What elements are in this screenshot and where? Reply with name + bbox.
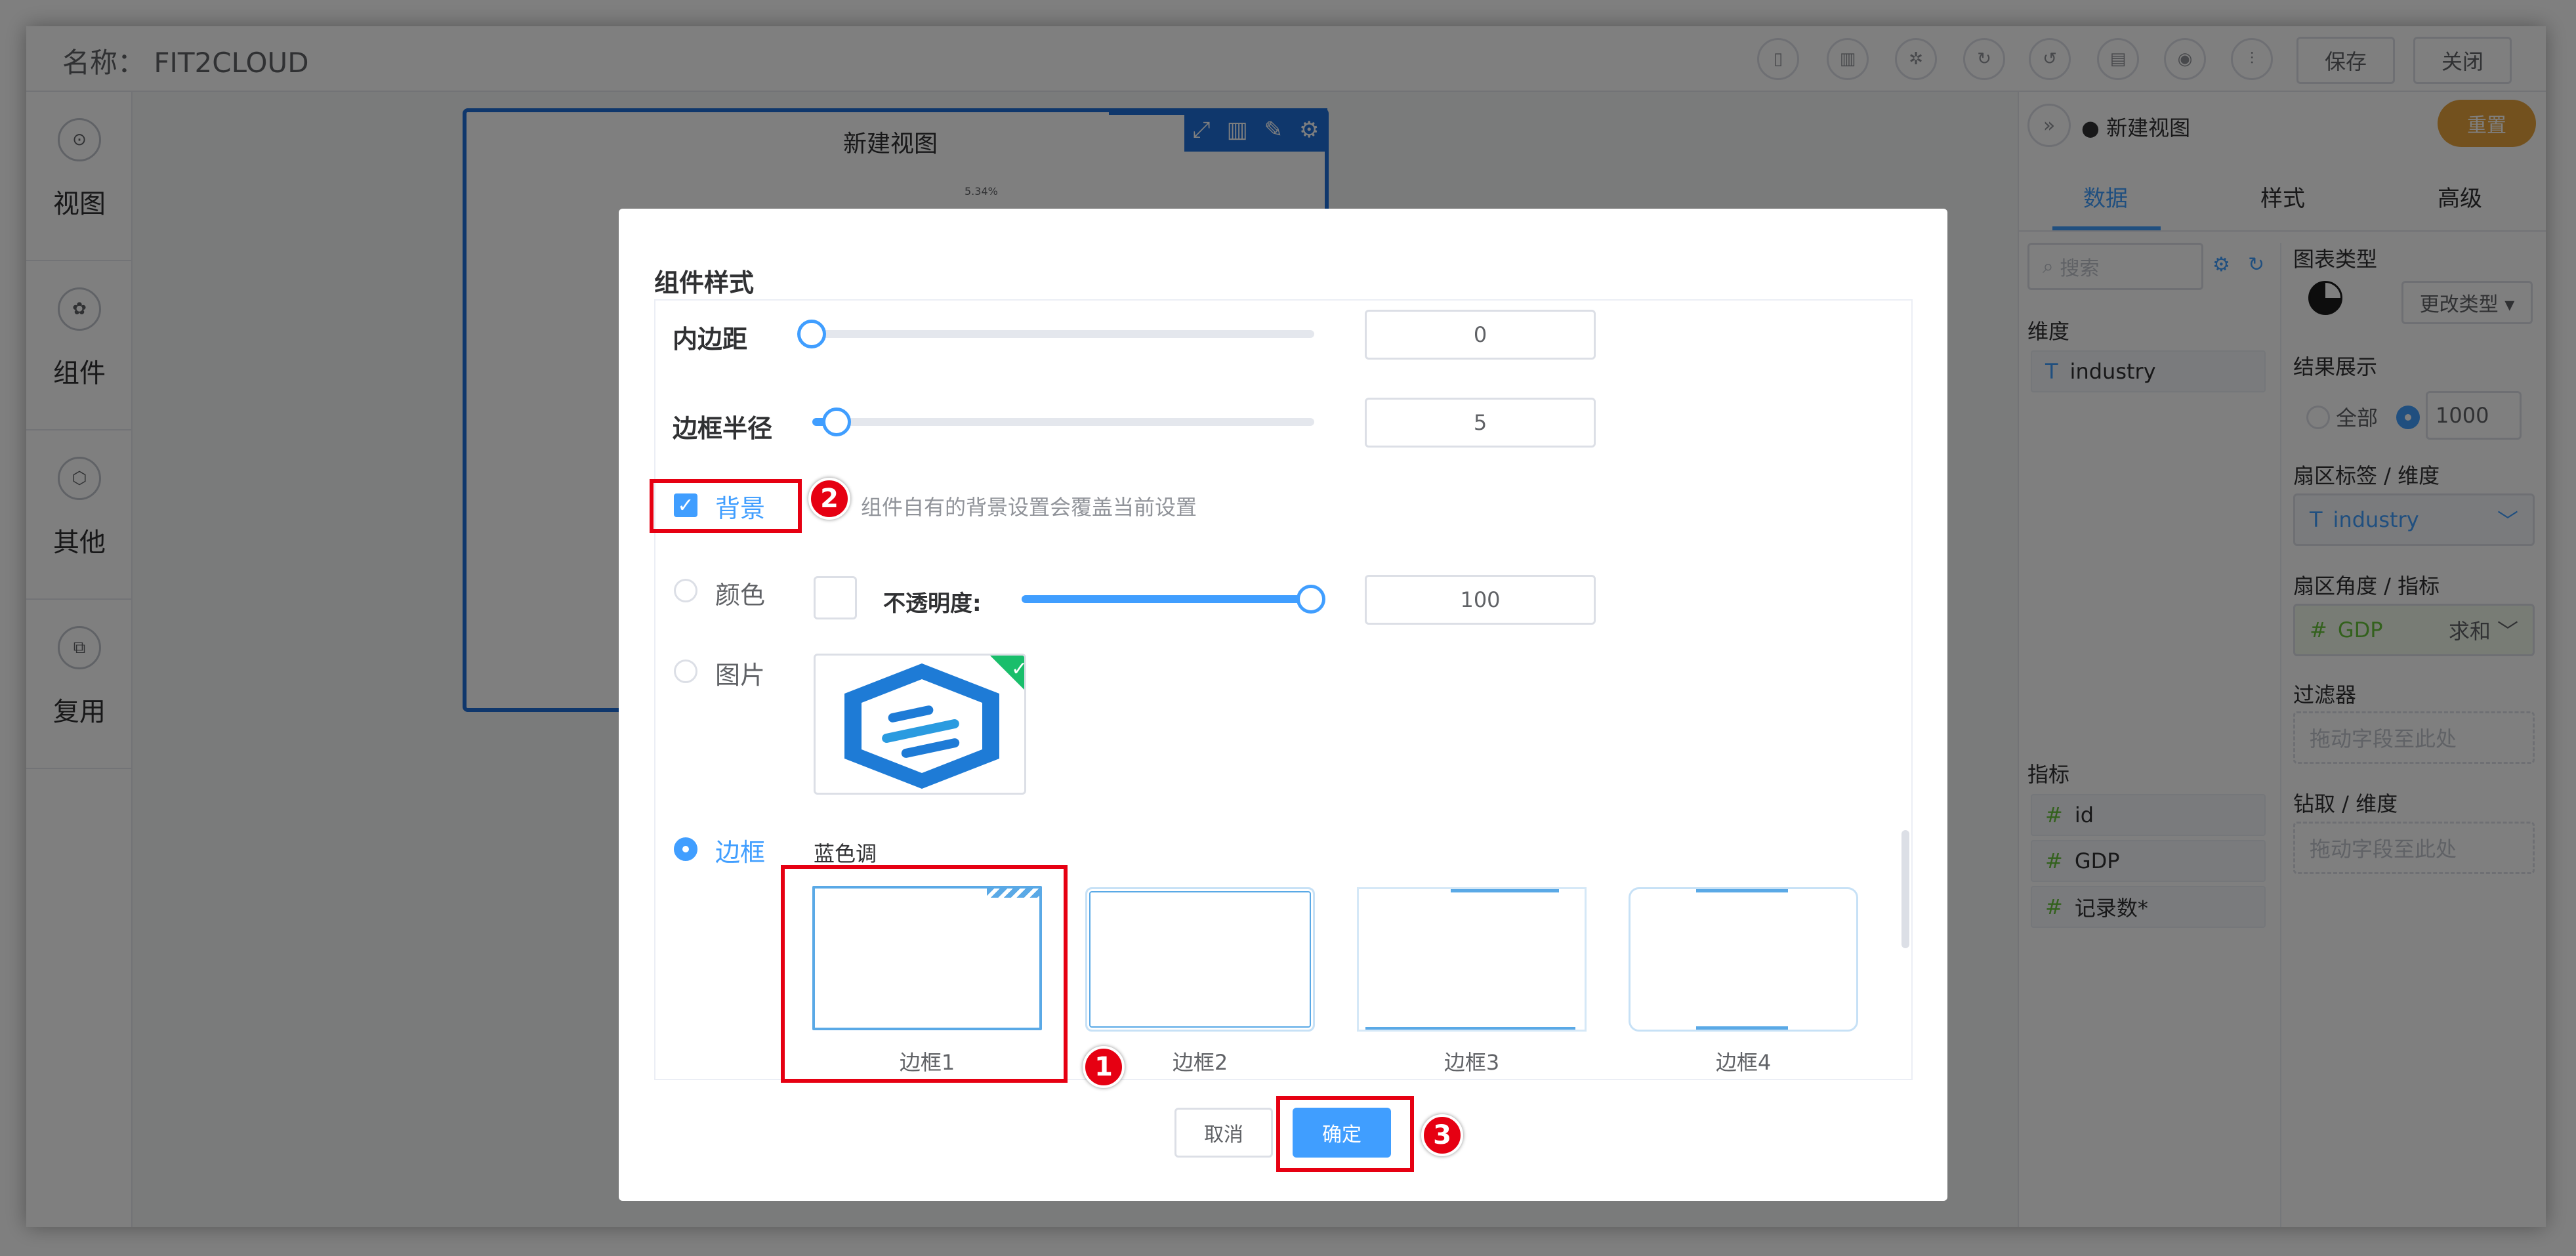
color-label: 颜色 [715,581,766,610]
image-label: 图片 [715,661,766,690]
border-option-4[interactable] [1629,887,1858,1032]
annotation-badge: 2 [808,478,850,520]
padding-slider-handle[interactable] [797,320,826,348]
radius-slider-track[interactable] [812,418,1314,426]
dialog-scrollbar[interactable] [1901,830,1909,948]
background-image-thumbnail[interactable]: ✓ [814,654,1026,795]
border-radio[interactable] [674,837,697,861]
annotation-box-2 [650,479,802,533]
border-decoration [1365,1027,1575,1030]
radius-slider-handle[interactable] [822,408,851,436]
image-radio[interactable] [674,659,697,683]
opacity-slider-track[interactable] [1022,595,1312,603]
color-radio[interactable] [674,579,697,602]
padding-input[interactable]: 0 [1365,310,1596,360]
border-option-3[interactable] [1357,887,1587,1032]
border-option-label: 边框3 [1444,1050,1500,1075]
padding-label: 内边距 [673,325,748,354]
radius-input[interactable]: 5 [1365,398,1596,448]
padding-slider-track[interactable] [812,330,1314,338]
annotation-badge: 1 [1083,1046,1125,1088]
dialog-title: 组件样式 [654,268,755,297]
annotation-badge: 3 [1421,1114,1463,1156]
border-group-title: 蓝色调 [814,841,877,866]
annotation-box-1 [781,865,1068,1083]
annotation-box-3 [1276,1096,1414,1172]
radius-label: 边框半径 [673,414,773,443]
border-decoration [1696,889,1788,892]
color-picker[interactable] [814,576,857,619]
border-decoration [1451,889,1559,892]
border-decoration [1696,1026,1788,1030]
border-option-2[interactable] [1085,887,1315,1032]
cancel-button[interactable]: 取消 [1174,1108,1273,1158]
fit2cloud-logo-icon: ✓ [844,656,1026,789]
background-hint: 组件自有的背景设置会覆盖当前设置 [861,495,1197,520]
border-label: 边框 [715,838,766,867]
svg-text:✓: ✓ [1011,658,1026,680]
opacity-slider-handle[interactable] [1297,585,1325,614]
opacity-input[interactable]: 100 [1365,575,1596,625]
border-option-label: 边框4 [1715,1050,1772,1075]
opacity-label: 不透明度: [883,591,982,617]
